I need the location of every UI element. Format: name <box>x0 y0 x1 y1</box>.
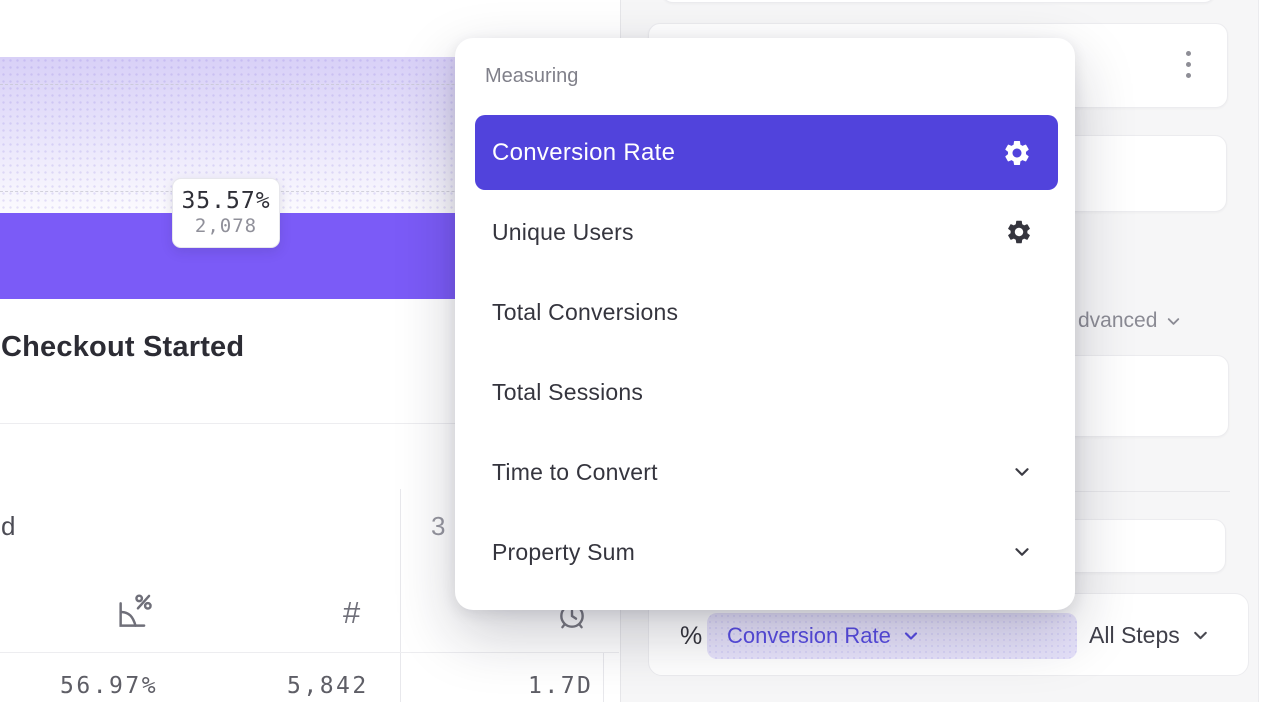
menu-item-label: Total Conversions <box>492 299 678 326</box>
panel-right-gutter <box>1258 0 1270 702</box>
avg-time-value: 1.7D <box>528 673 593 699</box>
metric-chip[interactable]: Conversion Rate <box>707 613 1077 659</box>
table-step-header-left-fragment: d <box>1 511 15 542</box>
count-column-icon[interactable]: # <box>343 595 360 631</box>
dropdown-header: Measuring <box>485 65 578 88</box>
table-column-divider <box>400 489 401 702</box>
kebab-menu-icon[interactable] <box>1182 47 1195 82</box>
advanced-label: dvanced <box>1078 309 1157 333</box>
menu-item-label: Time to Convert <box>492 459 658 486</box>
menu-item-label: Property Sum <box>492 539 635 566</box>
metric-type-symbol: % <box>680 622 702 651</box>
menu-item-unique-users[interactable]: Unique Users <box>455 202 1075 262</box>
chevron-down-icon <box>1011 541 1033 563</box>
table-subcolumn-divider <box>603 653 604 702</box>
conversion-rate-value: 56.97% <box>60 673 158 699</box>
chart-tooltip: 35.57% 2,078 <box>172 178 280 248</box>
table-step-header-right-fragment: 3 <box>431 511 445 542</box>
steps-selector-label: All Steps <box>1089 622 1180 649</box>
menu-item-total-sessions[interactable]: Total Sessions <box>455 362 1075 422</box>
gear-icon[interactable] <box>1002 138 1032 168</box>
menu-item-label: Unique Users <box>492 219 634 246</box>
chevron-down-icon <box>1011 461 1033 483</box>
menu-item-total-conversions[interactable]: Total Conversions <box>455 282 1075 342</box>
steps-selector[interactable]: All Steps <box>1089 622 1211 649</box>
chevron-down-icon <box>901 626 921 646</box>
chevron-down-icon <box>1164 312 1183 331</box>
funnel-step-label: Checkout Started <box>1 331 244 364</box>
menu-item-label: Total Sessions <box>492 379 643 406</box>
menu-item-time-to-convert[interactable]: Time to Convert <box>455 442 1075 502</box>
table-row-divider <box>0 652 619 653</box>
metric-chip-label: Conversion Rate <box>727 623 891 649</box>
conversion-rate-column-icon[interactable] <box>112 592 154 637</box>
chevron-down-icon <box>1190 625 1211 646</box>
app-screen: 35.57% 2,078 Checkout Started d 3 # <box>0 0 1270 702</box>
gear-icon[interactable] <box>1005 218 1033 246</box>
measuring-dropdown: Measuring Conversion Rate Unique Users T… <box>455 38 1075 610</box>
menu-item-label: Conversion Rate <box>492 139 675 167</box>
tooltip-count-value: 2,078 <box>173 214 279 238</box>
menu-item-conversion-rate[interactable]: Conversion Rate <box>475 115 1058 190</box>
tooltip-rate-value: 35.57% <box>173 188 279 214</box>
count-value: 5,842 <box>287 673 369 699</box>
advanced-toggle[interactable]: dvanced <box>1078 309 1183 333</box>
query-card-top <box>661 0 1216 3</box>
menu-item-property-sum[interactable]: Property Sum <box>455 522 1075 582</box>
